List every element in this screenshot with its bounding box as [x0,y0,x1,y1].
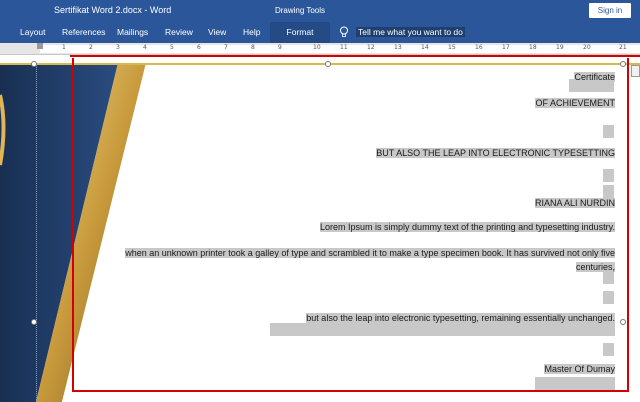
achievement-heading[interactable]: OF ACHIEVEMENT [535,98,615,108]
ruler-number: 2 [89,44,93,51]
paragraph-highlight [603,271,614,284]
sign-in-button[interactable]: Sign in [589,3,631,18]
tell-me-search[interactable]: Tell me what you want to do [356,27,465,37]
body-line[interactable]: Lorem Ipsum is simply dummy text of the … [320,222,615,232]
selection-frame-top [70,55,640,57]
ruler-number: 9 [278,44,282,51]
resize-handle[interactable] [31,61,37,67]
paragraph-highlight [603,185,614,198]
tab-mailings[interactable]: Mailings [117,27,148,37]
body-line[interactable]: centuries, [575,262,615,272]
ruler-number: 15 [448,44,456,51]
body-line[interactable]: but also the leap into electronic typese… [306,313,615,323]
ruler-number: 16 [475,44,483,51]
ruler-number: 17 [502,44,510,51]
ruler-number: 3 [116,44,120,51]
ruler-number: 18 [529,44,537,51]
resize-handle[interactable] [31,319,37,325]
paragraph-highlight [270,323,615,336]
indent-marker[interactable] [37,43,43,49]
recipient-name[interactable]: RIANA ALI NURDIN [534,198,615,208]
tab-review[interactable]: Review [165,27,193,37]
paragraph-highlight [535,377,615,390]
ruler-number: 1 [62,44,66,51]
signature-line[interactable]: Master Of Dumay [544,364,615,374]
ruler-number: 21 [619,44,627,51]
tab-references[interactable]: References [62,27,105,37]
resize-handle[interactable] [325,61,331,67]
ruler-number: 8 [251,44,255,51]
window-title: Sertifikat Word 2.docx - Word [54,5,172,15]
resize-handle[interactable] [620,319,626,325]
ruler-number: 12 [367,44,375,51]
paragraph-highlight [603,291,614,304]
tab-format[interactable]: Format [270,22,330,43]
ruler-number: 13 [394,44,402,51]
text-boundary-guide [36,65,37,402]
ruler-number: 4 [143,44,147,51]
paragraph-highlight [603,169,614,182]
paragraph-highlight [603,343,614,356]
tab-help[interactable]: Help [243,27,260,37]
drawing-tools-label: Drawing Tools [270,0,330,22]
body-line[interactable]: when an unknown printer took a galley of… [125,248,615,258]
tab-view[interactable]: View [208,27,226,37]
ribbon-tabs: Layout References Mailings Review View H… [0,22,640,43]
ruler-number: 19 [556,44,564,51]
title-bar: Sertifikat Word 2.docx - Word Drawing To… [0,0,640,22]
lightbulb-icon [340,26,348,37]
subtitle-line[interactable]: BUT ALSO THE LEAP INTO ELECTRONIC TYPESE… [376,148,615,158]
certificate-title[interactable]: Certificate [574,72,615,82]
resize-handle[interactable] [620,61,626,67]
ruler-number: 11 [340,44,348,51]
ruler-number: 5 [170,44,174,51]
document-page[interactable]: Certificate OF ACHIEVEMENT BUT ALSO THE … [0,55,640,402]
paragraph-highlight [603,125,614,138]
horizontal-ruler[interactable]: 1 2 3 4 5 6 7 8 9 10 11 12 13 14 15 16 1… [0,43,640,55]
ruler-number: 20 [583,44,591,51]
ruler-number: 7 [224,44,228,51]
ruler-number: 6 [197,44,201,51]
tab-layout[interactable]: Layout [20,27,46,37]
layout-options-icon[interactable] [631,65,640,77]
ruler-number: 10 [313,44,321,51]
ruler-number: 14 [421,44,429,51]
